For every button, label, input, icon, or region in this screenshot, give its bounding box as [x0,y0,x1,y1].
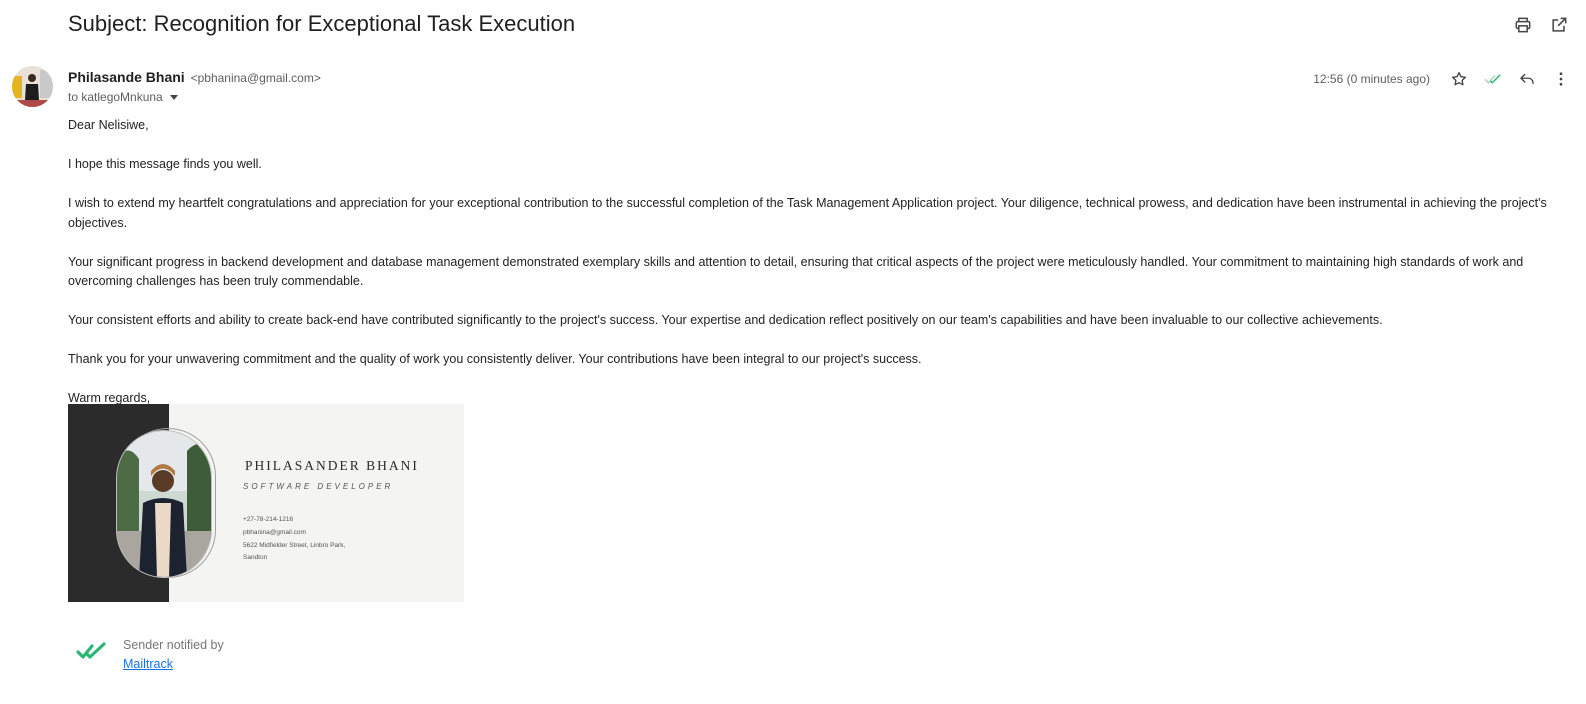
more-vertical-icon[interactable] [1550,68,1572,90]
recipient-line: to katlegoMnkuna [68,90,181,104]
star-icon[interactable] [1448,68,1470,90]
signature-city: Sandton [243,554,268,562]
sender-name[interactable]: Philasande Bhani [68,69,185,85]
caret-down-icon[interactable] [167,90,181,104]
email-body: Dear Nelisiwe, I hope this message finds… [68,116,1548,409]
signature-role: SOFTWARE DEVELOPER [243,482,394,491]
body-paragraph: Your significant progress in backend dev… [68,254,1524,289]
body-paragraph: I hope this message finds you well. [68,157,262,171]
email-subject: Subject: Recognition for Exceptional Tas… [68,11,576,36]
message-actions: 12:56 (0 minutes ago) [1313,68,1572,90]
body-paragraph: Thank you for your unwavering commitment… [68,352,922,366]
email-view: Subject: Recognition for Exceptional Tas… [0,0,1586,704]
mailtrack-link[interactable]: Mailtrack [123,657,173,671]
mailtrack-notice: Sender notified by Mailtrack [123,636,224,674]
message-timestamp: 12:56 (0 minutes ago) [1313,72,1430,86]
signature-phone: +27-78-214-1216 [243,516,294,523]
thread-actions [1512,14,1570,36]
sender-email: <pbhanina@gmail.com> [190,71,321,85]
signature-address: 5622 Midfielder Street, Linbro Park, [243,541,346,549]
body-paragraph: I wish to extend my heartfelt congratula… [68,196,1547,230]
mailtrack-text: Sender notified by [123,638,224,652]
avatar[interactable] [12,66,53,107]
print-icon[interactable] [1512,14,1534,36]
signature-email: pbhanina@gmail.com [243,528,306,536]
body-paragraph: Your consistent efforts and ability to c… [68,313,1383,327]
double-check-icon[interactable] [1482,68,1504,90]
open-in-new-window-icon[interactable] [1548,14,1570,36]
signature-photo [116,430,212,578]
signature-name: PHILASANDER BHANI [245,458,419,473]
recipient-label: to katlegoMnkuna [68,90,163,104]
greeting: Dear Nelisiwe, [68,118,149,132]
sender-line: Philasande Bhani <pbhanina@gmail.com> [68,69,321,85]
email-signature: PHILASANDER BHANI SOFTWARE DEVELOPER +27… [68,404,464,602]
signature-contact: +27-78-214-1216 pbhanina@gmail.com 5622 … [243,514,345,565]
reply-icon[interactable] [1516,68,1538,90]
mailtrack-check-icon [76,640,108,662]
